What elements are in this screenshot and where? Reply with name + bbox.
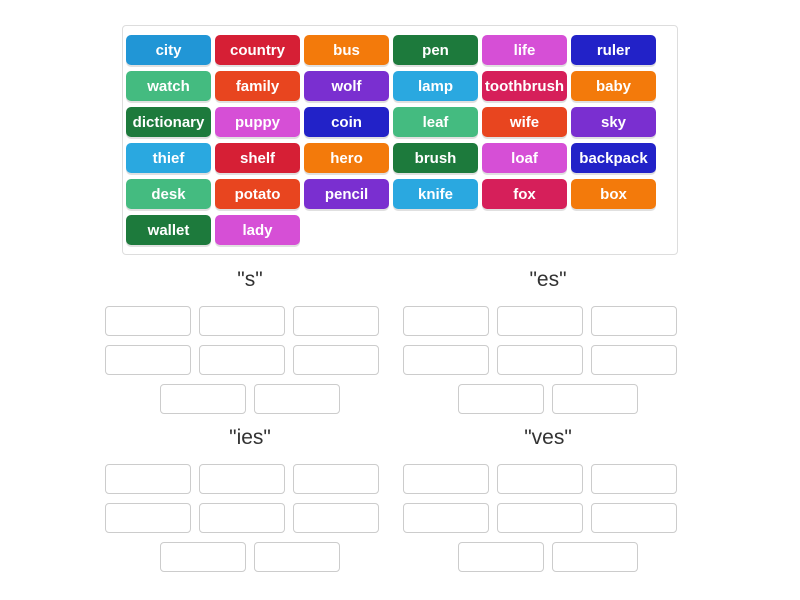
drop-slot-s[interactable] [199,345,285,375]
word-tile[interactable]: pen [393,35,478,65]
word-bank-row: dictionary puppy coin leaf wife sky [123,104,677,140]
category-group-ves: "ves" [403,426,693,572]
drop-slot-s[interactable] [105,306,191,336]
drop-slot-ies[interactable] [105,464,191,494]
slot-row [105,464,395,494]
word-bank-rows: city country bus pen life ruler watch family wol… [123,32,677,248]
drop-slot-s[interactable] [254,384,340,414]
slot-row [403,345,693,375]
drop-slot-es[interactable] [458,384,544,414]
word-tile[interactable]: ruler [571,35,656,65]
slot-row [403,542,693,572]
drop-slot-ies[interactable] [105,503,191,533]
activity-stage: city country bus pen life ruler watch family wol… [0,0,800,600]
word-tile[interactable]: bus [304,35,389,65]
word-tile[interactable]: wallet [126,215,211,245]
word-tile[interactable]: backpack [571,143,656,173]
drop-slot-ves[interactable] [403,464,489,494]
category-group-es: "es" [403,268,693,414]
drop-slot-ves[interactable] [497,464,583,494]
word-tile[interactable]: fox [482,179,567,209]
drop-slot-ies[interactable] [293,503,379,533]
word-tile[interactable]: lady [215,215,300,245]
word-tile[interactable]: hero [304,143,389,173]
word-tile[interactable]: wolf [304,71,389,101]
drop-slot-s[interactable] [105,345,191,375]
word-tile[interactable]: puppy [215,107,300,137]
word-tile[interactable]: life [482,35,567,65]
word-tile[interactable]: city [126,35,211,65]
word-tile[interactable]: potato [215,179,300,209]
slot-rows-s [105,306,395,414]
slot-row [403,384,693,414]
drop-slot-ies[interactable] [160,542,246,572]
slot-row [403,464,693,494]
category-title-es: "es" [529,268,567,291]
drop-slot-es[interactable] [403,345,489,375]
slot-row [105,542,395,572]
word-tile[interactable]: lamp [393,71,478,101]
slot-row [403,306,693,336]
drop-slot-ves[interactable] [497,503,583,533]
word-tile[interactable]: box [571,179,656,209]
word-tile[interactable]: country [215,35,300,65]
slot-row [403,503,693,533]
drop-slot-ies[interactable] [254,542,340,572]
drop-slot-ies[interactable] [293,464,379,494]
slot-rows-ves [403,464,693,572]
word-tile[interactable]: loaf [482,143,567,173]
word-bank-row: thief shelf hero brush loaf backpack [123,140,677,176]
word-bank-row: city country bus pen life ruler [123,32,677,68]
word-tile[interactable]: wife [482,107,567,137]
slot-row [105,384,395,414]
drop-slot-es[interactable] [403,306,489,336]
drop-slot-s[interactable] [293,306,379,336]
drop-slot-es[interactable] [552,384,638,414]
drop-slot-s[interactable] [293,345,379,375]
word-tile[interactable]: desk [126,179,211,209]
drop-slot-s[interactable] [160,384,246,414]
slot-rows-es [403,306,693,414]
drop-slot-ies[interactable] [199,464,285,494]
slot-row [105,345,395,375]
drop-slot-es[interactable] [497,306,583,336]
drop-slot-ves[interactable] [458,542,544,572]
drop-slot-ves[interactable] [552,542,638,572]
drop-slot-ves[interactable] [591,464,677,494]
word-bank: city country bus pen life ruler watch family wol… [122,25,678,255]
word-tile[interactable]: family [215,71,300,101]
category-title-ves: "ves" [524,426,572,449]
word-tile[interactable]: dictionary [126,107,211,137]
word-tile[interactable]: shelf [215,143,300,173]
category-title-ies: "ies" [229,426,271,449]
slot-row [105,306,395,336]
word-tile[interactable]: pencil [304,179,389,209]
drop-slot-ies[interactable] [199,503,285,533]
drop-slot-es[interactable] [591,306,677,336]
word-tile[interactable]: baby [571,71,656,101]
word-tile[interactable]: sky [571,107,656,137]
word-tile[interactable]: coin [304,107,389,137]
word-tile[interactable]: knife [393,179,478,209]
category-group-s: "s" [105,268,395,414]
word-bank-row: desk potato pencil knife fox box [123,176,677,212]
word-tile[interactable]: leaf [393,107,478,137]
drop-slot-ves[interactable] [591,503,677,533]
drop-slot-es[interactable] [591,345,677,375]
slot-rows-ies [105,464,395,572]
word-tile[interactable]: brush [393,143,478,173]
word-tile[interactable]: toothbrush [482,71,567,101]
word-tile[interactable]: thief [126,143,211,173]
drop-slot-es[interactable] [497,345,583,375]
word-tile[interactable]: watch [126,71,211,101]
drop-slot-ves[interactable] [403,503,489,533]
slot-row [105,503,395,533]
word-bank-row: watch family wolf lamp toothbrush baby [123,68,677,104]
drop-slot-s[interactable] [199,306,285,336]
category-title-s: "s" [237,268,263,291]
category-group-ies: "ies" [105,426,395,572]
word-bank-row: wallet lady [123,212,677,248]
